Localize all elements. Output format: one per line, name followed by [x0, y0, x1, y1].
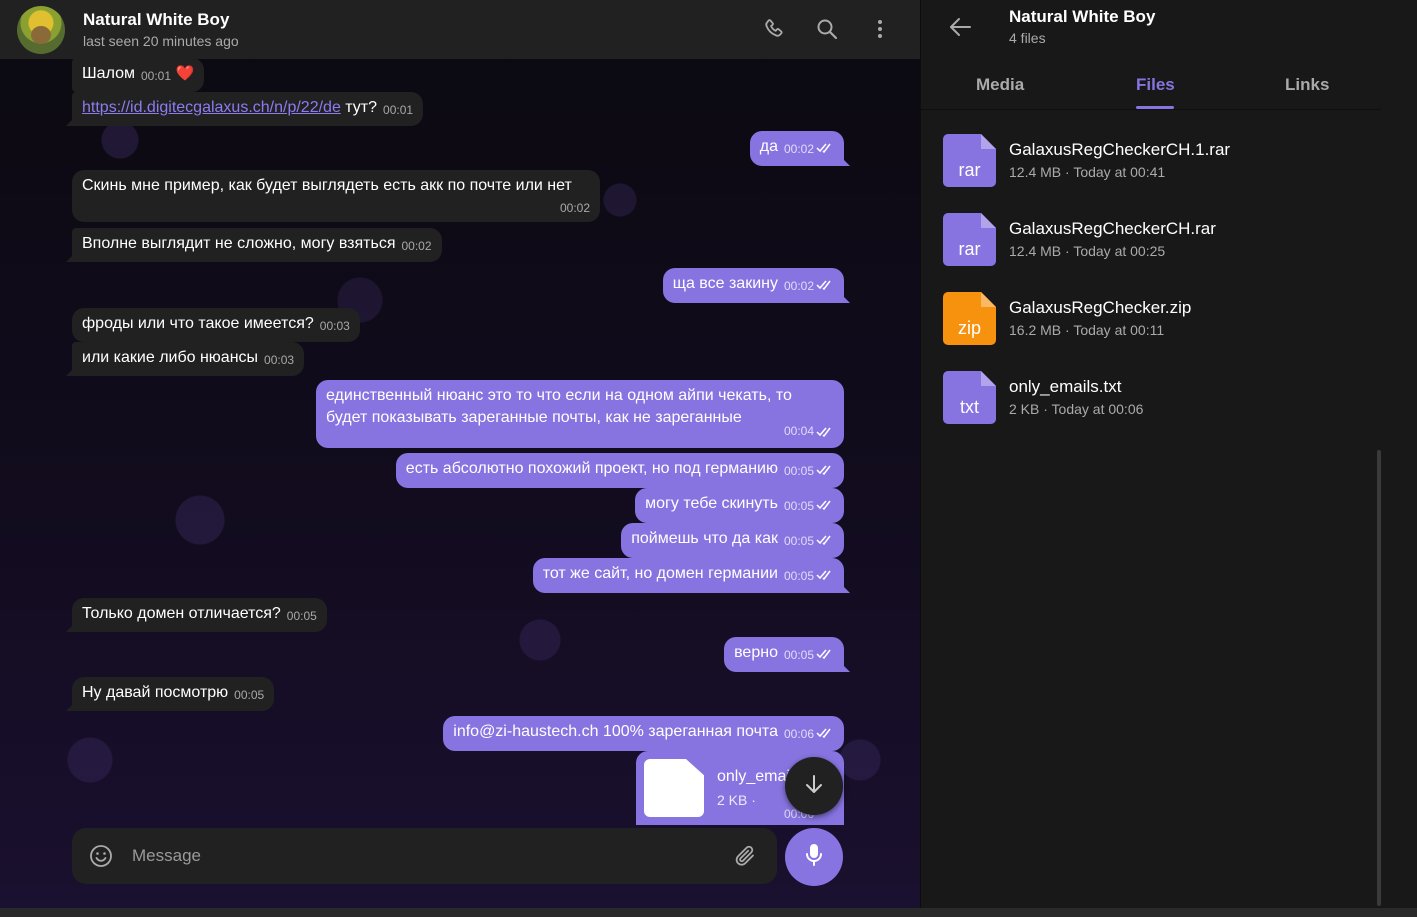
message-input[interactable] — [132, 844, 712, 868]
tab-links[interactable]: Links — [1285, 75, 1329, 95]
message-outgoing[interactable]: тот же сайт, но домен германии 00:05 — [532, 558, 844, 593]
tab-media[interactable]: Media — [976, 75, 1024, 95]
emoji-icon[interactable] — [89, 844, 113, 873]
chat-pane: Natural White Boy last seen 20 minutes a… — [0, 0, 920, 917]
rar-file-icon[interactable]: rar — [943, 134, 996, 187]
read-checkmark-icon — [816, 496, 834, 518]
read-checkmark-icon — [816, 139, 834, 161]
txt-file-icon[interactable]: txt — [943, 371, 996, 424]
file-message-size: 2 KB · — [717, 792, 756, 808]
message-incoming[interactable]: https://id.digitecgalaxus.ch/n/p/22/de т… — [72, 92, 424, 126]
file-name[interactable]: only_emails.txt — [1009, 377, 1121, 397]
message-outgoing[interactable]: info@zi-haustech.ch 100% зареганная почт… — [443, 716, 844, 751]
panel-title: Natural White Boy — [1009, 7, 1156, 26]
heart-reaction[interactable]: ❤️ — [175, 65, 194, 82]
file-item[interactable]: txt only_emails.txt 2 KB · Today at 00:0… — [943, 371, 1373, 427]
read-checkmark-icon — [816, 566, 834, 588]
message-incoming[interactable]: Шалом 00:01 ❤️ — [72, 58, 205, 92]
read-checkmark-icon — [816, 724, 834, 746]
read-checkmark-icon — [816, 461, 834, 483]
message-outgoing[interactable]: поймешь что да как 00:05 — [621, 523, 844, 558]
scrollbar[interactable] — [1377, 450, 1381, 906]
message-outgoing[interactable]: могу тебе скинуть 00:05 — [635, 488, 844, 523]
file-name[interactable]: GalaxusRegCheckerCH.rar — [1009, 219, 1216, 239]
message-incoming[interactable]: Вполне выглядит не сложно, могу взяться 0… — [72, 228, 442, 262]
message-incoming[interactable]: Скинь мне пример, как будет выглядеть ес… — [72, 170, 600, 222]
message-outgoing[interactable]: да 00:02 — [749, 131, 844, 166]
document-icon[interactable] — [644, 759, 704, 817]
file-meta: 12.4 MB · Today at 00:41 — [1009, 164, 1166, 180]
file-item[interactable]: rar GalaxusRegCheckerCH.rar 12.4 MB · To… — [943, 213, 1373, 269]
window-bottom-bar — [0, 908, 1417, 917]
microphone-icon — [802, 842, 826, 873]
back-arrow-icon[interactable] — [947, 14, 975, 42]
file-name[interactable]: GalaxusRegCheckerCH.1.rar — [1009, 140, 1230, 160]
zip-file-icon[interactable]: zip — [943, 292, 996, 345]
file-meta: 12.4 MB · Today at 00:25 — [1009, 243, 1166, 259]
file-count: 4 files — [1009, 30, 1046, 46]
read-checkmark-icon — [816, 276, 834, 298]
chat-title[interactable]: Natural White Boy — [83, 10, 239, 30]
message-outgoing[interactable]: есть абсолютно похожий проект, но под ге… — [395, 453, 844, 488]
read-checkmark-icon — [816, 645, 834, 667]
divider — [921, 109, 1381, 110]
scroll-to-bottom-button[interactable] — [785, 757, 843, 815]
search-icon[interactable] — [813, 15, 841, 43]
file-name[interactable]: GalaxusRegChecker.zip — [1009, 298, 1191, 318]
voice-record-button[interactable] — [785, 828, 843, 886]
last-seen-status: last seen 20 minutes ago — [83, 32, 239, 49]
chat-header[interactable]: Natural White Boy last seen 20 minutes a… — [0, 0, 920, 59]
message-incoming[interactable]: Ну давай посмотрю 00:05 — [72, 677, 275, 711]
rar-file-icon[interactable]: rar — [943, 213, 996, 266]
message-outgoing[interactable]: ща все закину 00:02 — [662, 268, 844, 303]
tab-files[interactable]: Files — [1136, 75, 1175, 95]
message-incoming[interactable]: Только домен отличается? 00:05 — [72, 598, 327, 632]
read-checkmark-icon — [816, 531, 834, 553]
read-checkmark-icon — [816, 423, 834, 445]
message-outgoing[interactable]: единственный нюанс это то что если на од… — [316, 380, 844, 448]
shared-files-panel: Natural White Boy 4 files Media Files Li… — [920, 0, 1417, 917]
file-item[interactable]: rar GalaxusRegCheckerCH.1.rar 12.4 MB · … — [943, 134, 1373, 190]
message-incoming[interactable]: фроды или что такое имеется? 00:03 — [72, 308, 360, 342]
attach-icon[interactable] — [733, 844, 757, 873]
more-vertical-icon[interactable] — [866, 15, 894, 43]
message-link[interactable]: https://id.digitecgalaxus.ch/n/p/22/de — [82, 99, 341, 116]
avatar[interactable] — [17, 5, 65, 54]
file-message-name[interactable]: only_emails.txt — [717, 768, 792, 786]
arrow-down-icon — [803, 773, 825, 800]
message-outgoing[interactable]: верно 00:05 — [724, 637, 844, 672]
file-item[interactable]: zip GalaxusRegChecker.zip 16.2 MB · Toda… — [943, 292, 1373, 348]
message-composer[interactable] — [72, 828, 777, 884]
phone-icon[interactable] — [760, 15, 788, 43]
file-meta: 16.2 MB · Today at 00:11 — [1009, 322, 1165, 338]
message-incoming[interactable]: или какие либо нюансы 00:03 — [72, 342, 305, 376]
file-meta: 2 KB · Today at 00:06 — [1009, 401, 1144, 417]
